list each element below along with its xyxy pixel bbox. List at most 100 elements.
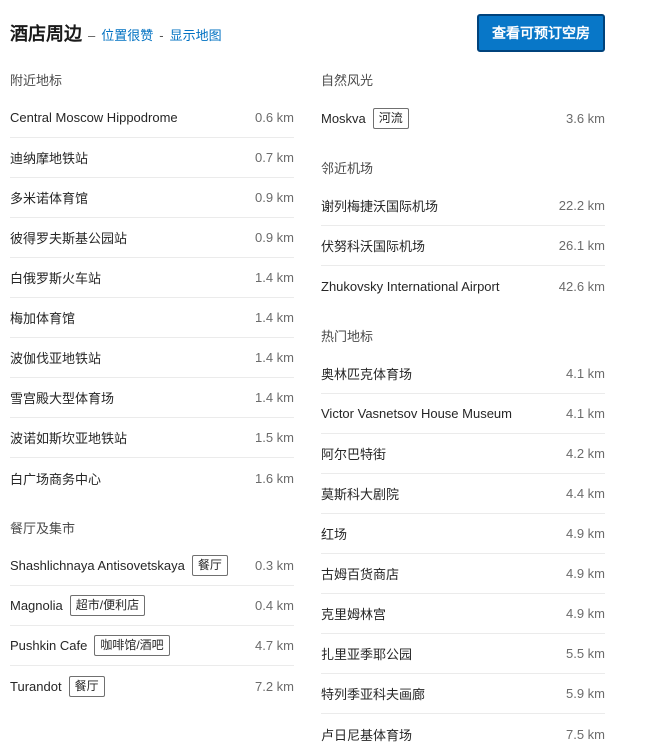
- landmark-row: Central Moscow Hippodrome 0.6 km: [10, 98, 294, 138]
- landmark-distance: 7.2 km: [245, 679, 294, 694]
- landmark-name: 雪宫殿大型体育场: [10, 386, 114, 409]
- landmark-row: 克里姆林宫4.9 km: [321, 594, 605, 634]
- landmark-name: 白俄罗斯火车站: [10, 266, 101, 289]
- landmark-name: 阿尔巴特街: [321, 442, 386, 465]
- category-tag: 咖啡馆/酒吧: [94, 635, 169, 656]
- landmark-distance: 4.9 km: [556, 526, 605, 541]
- landmark-group: 餐厅及集市 Shashlichnaya Antisovetskaya餐厅 0.3 k…: [10, 510, 294, 706]
- landmark-name: Shashlichnaya Antisovetskaya餐厅: [10, 553, 228, 578]
- landmark-row: 雪宫殿大型体育场 1.4 km: [10, 378, 294, 418]
- landmark-name: 卢日尼基体育场: [321, 723, 412, 746]
- landmark-row: 奥林匹克体育场 4.1 km: [321, 354, 605, 394]
- landmark-distance: 0.7 km: [245, 150, 294, 165]
- landmark-distance: 26.1 km: [549, 238, 605, 253]
- landmark-distance: 0.6 km: [245, 110, 294, 125]
- section-header: 酒店周边 – 位置很赞 - 显示地图 查看可预订空房: [10, 14, 605, 52]
- landmark-row: 迪纳摩地铁站 0.7 km: [10, 138, 294, 178]
- category-tag: 河流: [373, 108, 409, 129]
- landmark-distance: 0.3 km: [245, 558, 294, 573]
- landmark-distance: 1.4 km: [245, 310, 294, 325]
- landmark-row: Victor Vasnetsov House Museum 4.1 km: [321, 394, 605, 434]
- check-availability-button[interactable]: 查看可预订空房: [477, 14, 605, 52]
- landmark-distance: 7.5 km: [556, 727, 605, 742]
- landmark-distance: 1.6 km: [245, 471, 294, 486]
- landmark-row: 特列季亚科夫画廊 5.9 km: [321, 674, 605, 714]
- landmark-distance: 1.4 km: [245, 270, 294, 285]
- landmark-name: 奥林匹克体育场: [321, 362, 412, 385]
- group-title: 热门地标: [321, 318, 605, 354]
- link-separator: -: [159, 28, 163, 43]
- landmark-distance: 4.1 km: [556, 406, 605, 421]
- landmark-name: 伏努科沃国际机场: [321, 234, 425, 257]
- landmark-name: 扎里亚季耶公园: [321, 642, 412, 665]
- landmark-name: 红场: [321, 522, 347, 545]
- landmark-row: 古姆百货商店 4.9 km: [321, 554, 605, 594]
- landmark-name: 谢列梅捷沃国际机场: [321, 194, 438, 217]
- left-column: 附近地标Central Moscow Hippodrome0.6 km迪纳摩地铁…: [10, 62, 294, 754]
- landmark-name: 莫斯科大剧院: [321, 482, 399, 505]
- landmark-name: Pushkin Cafe咖啡馆/酒吧: [10, 633, 170, 658]
- right-column: 自然风光 Moskva河流 3.6 km 邻近机场谢列梅捷沃国际机场 22.2 km 伏努…: [321, 62, 605, 754]
- landmark-row: 多米诺体育馆 0.9 km: [10, 178, 294, 218]
- landmark-name: Victor Vasnetsov House Museum: [321, 404, 512, 423]
- landmark-name: Zhukovsky International Airport: [321, 277, 499, 296]
- landmark-group: 热门地标奥林匹克体育场4.1 kmVictor Vasnetsov House …: [321, 318, 605, 754]
- landmark-distance: 0.9 km: [245, 190, 294, 205]
- landmark-distance: 4.9 km: [556, 606, 605, 621]
- location-rating-link[interactable]: 位置很赞: [101, 25, 153, 44]
- landmark-distance: 4.7 km: [245, 638, 294, 653]
- landmark-row: 白广场商务中心1.6 km: [10, 458, 294, 498]
- landmark-row: Pushkin Cafe咖啡馆/酒吧 4.7 km: [10, 626, 294, 666]
- landmark-distance: 0.9 km: [245, 230, 294, 245]
- landmark-name: 彼得罗夫斯基公园站: [10, 226, 127, 249]
- landmark-row: 彼得罗夫斯基公园站 0.9 km: [10, 218, 294, 258]
- landmark-row: 伏努科沃国际机场 26.1 km: [321, 226, 605, 266]
- group-title: 自然风光: [321, 62, 605, 98]
- landmark-row: 阿尔巴特街 4.2 km: [321, 434, 605, 474]
- landmark-name: 波诺如斯坎亚地铁站: [10, 426, 127, 449]
- landmark-distance: 4.1 km: [556, 366, 605, 381]
- landmark-name: 特列季亚科夫画廊: [321, 682, 425, 705]
- landmark-name: 多米诺体育馆: [10, 186, 88, 209]
- landmark-name: Turandot餐厅: [10, 674, 105, 699]
- landmark-row: Magnolia超市/便利店 0.4 km: [10, 586, 294, 626]
- category-tag: 餐厅: [192, 555, 228, 576]
- landmark-row: Turandot餐厅 7.2 km: [10, 666, 294, 706]
- show-map-link[interactable]: 显示地图: [170, 25, 222, 44]
- landmark-distance: 4.2 km: [556, 446, 605, 461]
- landmark-group: 附近地标Central Moscow Hippodrome0.6 km迪纳摩地铁…: [10, 62, 294, 498]
- landmark-name: 古姆百货商店: [321, 562, 399, 585]
- landmark-distance: 5.9 km: [556, 686, 605, 701]
- landmark-row: 莫斯科大剧院 4.4 km: [321, 474, 605, 514]
- landmark-row: 谢列梅捷沃国际机场 22.2 km: [321, 186, 605, 226]
- page-title: 酒店周边: [10, 20, 82, 46]
- landmark-group: 自然风光 Moskva河流 3.6 km: [321, 62, 605, 138]
- landmark-row: 梅加体育馆1.4 km: [10, 298, 294, 338]
- hotel-surroundings-section: 酒店周边 – 位置很赞 - 显示地图 查看可预订空房 附近地标Central M…: [0, 0, 654, 754]
- landmark-distance: 22.2 km: [549, 198, 605, 213]
- landmark-row: 扎里亚季耶公园 5.5 km: [321, 634, 605, 674]
- landmark-distance: 1.4 km: [245, 350, 294, 365]
- landmark-group: 邻近机场谢列梅捷沃国际机场 22.2 km 伏努科沃国际机场 26.1 km Zhuko…: [321, 150, 605, 306]
- landmark-name: Moskva河流: [321, 106, 409, 131]
- landmark-row: 波伽伐亚地铁站 1.4 km: [10, 338, 294, 378]
- landmark-name: 波伽伐亚地铁站: [10, 346, 101, 369]
- landmark-distance: 0.4 km: [245, 598, 294, 613]
- landmark-row: Moskva河流 3.6 km: [321, 98, 605, 138]
- landmark-distance: 4.4 km: [556, 486, 605, 501]
- category-tag: 超市/便利店: [70, 595, 145, 616]
- landmark-distance: 3.6 km: [556, 111, 605, 126]
- landmark-distance: 5.5 km: [556, 646, 605, 661]
- landmark-row: 白俄罗斯火车站 1.4 km: [10, 258, 294, 298]
- landmark-row: 波诺如斯坎亚地铁站 1.5 km: [10, 418, 294, 458]
- landmark-distance: 1.4 km: [245, 390, 294, 405]
- landmark-distance: 1.5 km: [245, 430, 294, 445]
- group-title: 邻近机场: [321, 150, 605, 186]
- group-title: 餐厅及集市: [10, 510, 294, 546]
- landmark-row: 卢日尼基体育场 7.5 km: [321, 714, 605, 754]
- landmark-row: 红场 4.9 km: [321, 514, 605, 554]
- landmark-name: Magnolia超市/便利店: [10, 593, 145, 618]
- landmark-name: Central Moscow Hippodrome: [10, 108, 178, 127]
- landmark-distance: 4.9 km: [556, 566, 605, 581]
- landmark-name: 迪纳摩地铁站: [10, 146, 88, 169]
